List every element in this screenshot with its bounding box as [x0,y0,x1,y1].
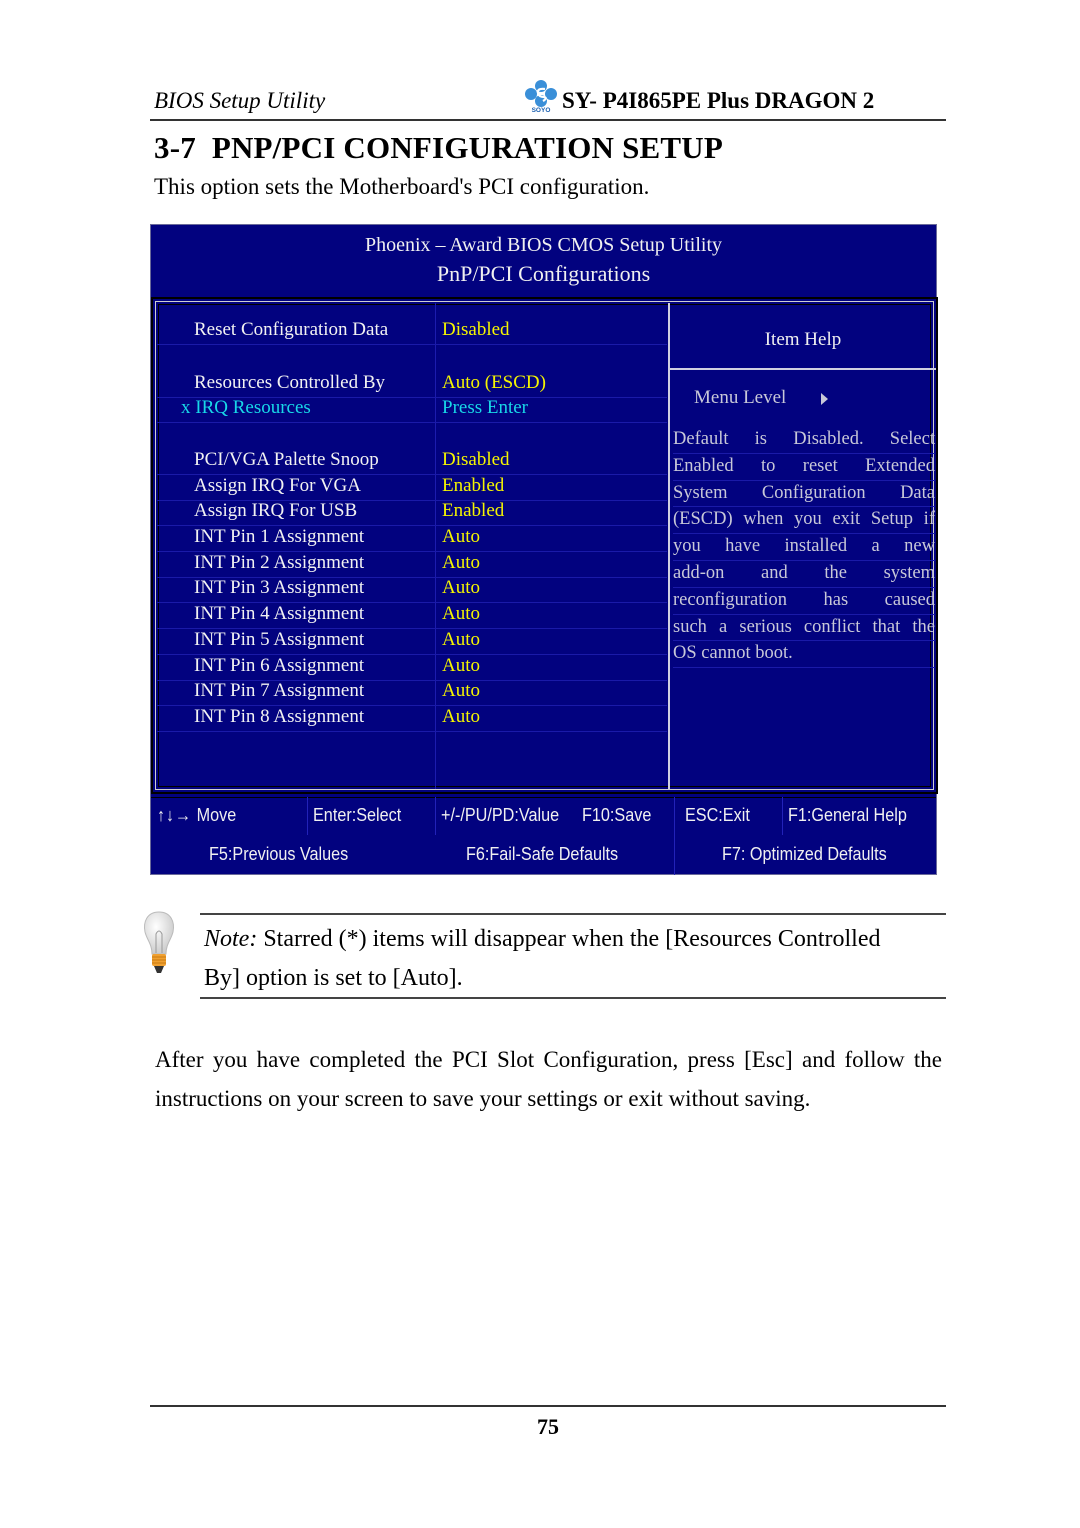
setting-row[interactable]: x IRQ Resources Press Enter [157,397,667,423]
help-line: OS cannot boot. [673,641,935,669]
body-paragraph: After you have completed the PCI Slot Co… [155,1047,942,1111]
note-label: Note: [204,926,258,952]
setting-value[interactable]: Auto [442,603,480,625]
bios-screen: Phoenix – Award BIOS CMOS Setup Utility … [150,224,938,875]
setting-label: INT Pin 3 Assignment [194,577,365,598]
setting-row[interactable]: INT Pin 1 Assignment Auto [157,526,667,552]
item-help-text: Default is Disabled. Select Enabled to re… [673,427,935,669]
key-f1-help: F1:General Help [788,805,907,825]
key-f10-save: F10:Save [582,805,652,825]
help-line: add-on and the system [673,561,935,588]
menu-level-arrow-icon [821,393,828,405]
lightbulb-icon [144,911,174,973]
note-rule-top [200,913,946,915]
note-rule-bottom [200,997,946,999]
help-line: (ESCD) when you exit Setup if [673,507,935,535]
setting-label: Reset Configuration Data [194,319,389,340]
setting-row[interactable]: INT Pin 2 Assignment Auto [157,552,667,578]
setting-value[interactable]: Auto [442,526,480,548]
bios-title: Phoenix – Award BIOS CMOS Setup Utility [364,234,723,256]
key-f6-failsafe: F6:Fail-Safe Defaults [466,844,619,864]
help-line: you have installed a new [673,534,935,561]
setting-row[interactable]: INT Pin 7 Assignment Auto [157,680,667,706]
setting-value[interactable]: Auto [442,680,480,702]
page-number: 75 [537,1414,559,1439]
setting-value[interactable]: Disabled [442,449,510,471]
running-header-title: BIOS Setup Utility [154,88,326,113]
setting-value[interactable]: Auto (ESCD) [442,372,546,394]
setting-label: INT Pin 6 Assignment [194,655,365,676]
help-line: reconfiguration has caused [673,588,935,615]
section-title: 3-7 PNP/PCI CONFIGURATION SETUP [154,130,724,165]
setting-value[interactable]: Auto [442,706,480,728]
setting-value[interactable]: Enabled [442,500,504,522]
header-rule [150,119,946,121]
setting-value[interactable]: Auto [442,655,480,677]
key-change-value: +/-/PU/PD:Value [441,805,560,825]
help-line: Default is Disabled. Select [673,427,935,454]
help-line: such a serious conflict that the [673,615,935,642]
key-esc-exit: ESC:Exit [685,805,750,825]
setting-row[interactable]: INT Pin 4 Assignment Auto [157,603,667,629]
setting-label: Assign IRQ For VGA [194,475,361,496]
bios-page-title: PnP/PCI Configurations [436,261,651,286]
note-line-1: Starred (*) items will disappear when th… [257,926,881,952]
setting-row[interactable]: INT Pin 6 Assignment Auto [157,655,667,681]
setting-value[interactable]: Auto [442,629,480,651]
setting-label: Resources Controlled By [194,372,386,393]
footer-rule [150,1405,946,1407]
arrow-keys-icon: ↑↓→ [157,805,193,825]
help-line: System Configuration Data [673,481,935,508]
key-f5-previous: F5:Previous Values [209,844,349,864]
setting-row[interactable]: INT Pin 5 Assignment Auto [157,629,667,655]
menu-level-label: Menu Level [694,387,787,408]
setting-label: PCI/VGA Palette Snoop [194,449,379,470]
setting-label: INT Pin 1 Assignment [194,526,365,547]
item-help-title: Item Help [764,329,842,350]
setting-label: INT Pin 8 Assignment [194,706,365,727]
setting-row[interactable]: Reset Configuration Data Disabled [157,319,667,345]
item-help-rule [670,368,936,370]
setting-label: INT Pin 4 Assignment [194,603,365,624]
setting-row[interactable]: PCI/VGA Palette Snoop Disabled [157,449,667,475]
help-line: Enabled to reset Extended [673,454,935,481]
setting-label: INT Pin 7 Assignment [194,680,365,701]
setting-row[interactable]: Assign IRQ For VGA Enabled [157,475,667,501]
setting-label: INT Pin 5 Assignment [194,629,365,650]
section-intro: This option sets the Motherboard's PCI c… [154,174,650,199]
setting-value[interactable]: Auto [442,577,480,599]
setting-value[interactable]: Auto [442,552,480,574]
setting-label: INT Pin 2 Assignment [194,552,365,573]
setting-value[interactable]: Press Enter [442,397,528,419]
setting-row[interactable]: Resources Controlled By Auto (ESCD) [157,372,667,398]
setting-row[interactable]: INT Pin 3 Assignment Auto [157,577,667,603]
setting-value[interactable]: Disabled [442,319,510,341]
setting-value[interactable]: Enabled [442,475,504,497]
key-enter-select: Enter:Select [313,805,402,825]
key-f7-optimized: F7: Optimized Defaults [722,844,887,864]
setting-label: Assign IRQ For USB [194,500,358,521]
model-name: SY- P4I865PE Plus DRAGON 2 [562,88,875,113]
note: Note: Starred (*) items will disappear w… [204,920,946,998]
setting-row[interactable]: Assign IRQ For USB Enabled [157,500,667,526]
note-line-2: By] option is set to [Auto]. [204,965,463,991]
soyo-logo-icon: SOYO [525,80,557,113]
help-divider [668,303,670,789]
key-move: ↑↓→ Move [157,805,237,825]
setting-row[interactable]: INT Pin 8 Assignment Auto [157,706,667,732]
svg-text:SOYO: SOYO [532,107,551,113]
setting-label: x IRQ Resources [181,397,311,418]
